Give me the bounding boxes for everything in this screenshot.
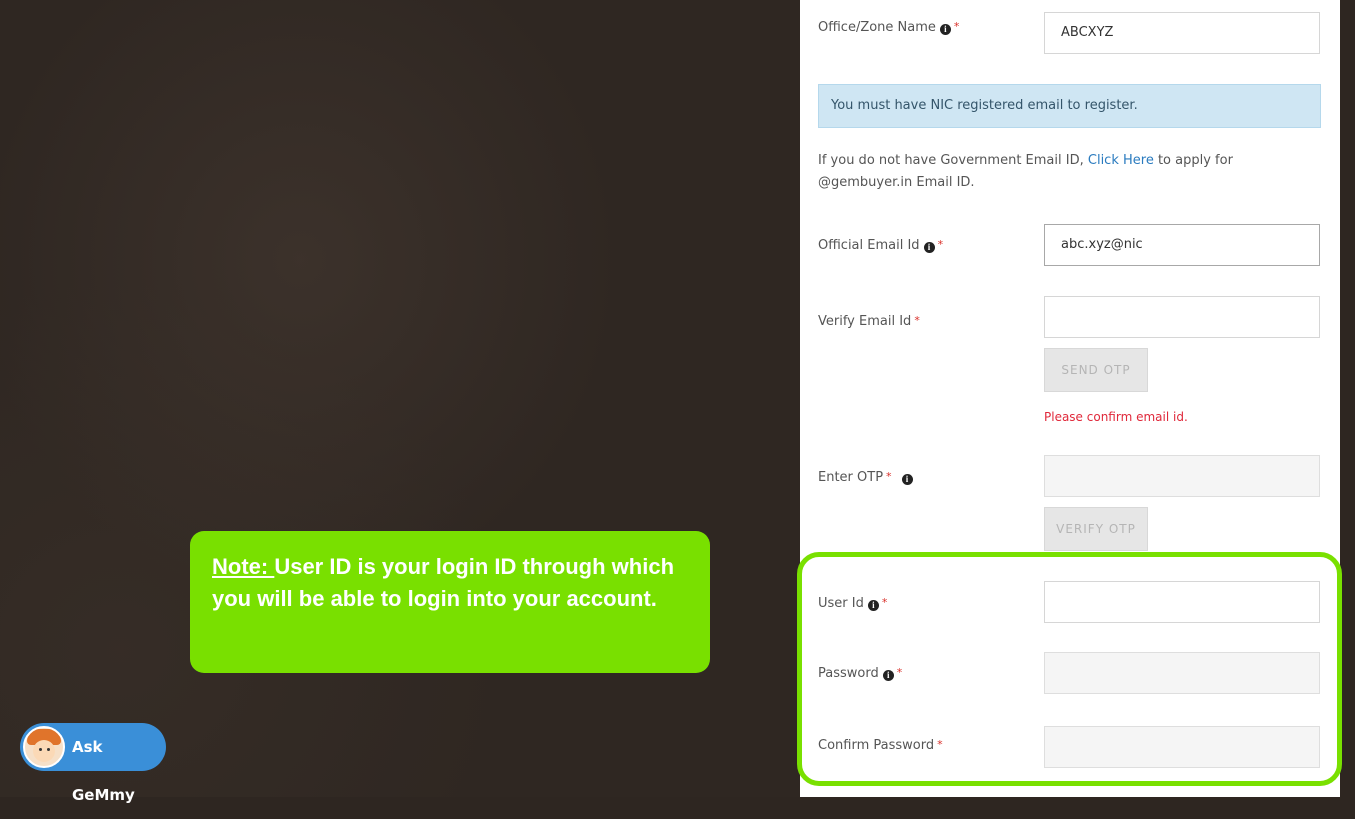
note-text: User ID is your login ID through which y…	[212, 554, 675, 611]
info-icon[interactable]: i	[923, 242, 935, 253]
credentials-highlight-box	[797, 552, 1342, 786]
office-zone-label: Office/Zone Name i *	[818, 20, 959, 35]
gemmy-avatar-icon	[23, 726, 65, 768]
verify-otp-button[interactable]: VERIFY OTP	[1044, 507, 1148, 551]
required-marker: *	[953, 20, 960, 33]
ask-gemmy-label: Ask GeMmy	[72, 738, 135, 804]
note-callout: Note: User ID is your login ID through w…	[190, 531, 710, 673]
required-marker: *	[937, 238, 944, 251]
enter-otp-label-text: Enter OTP	[818, 470, 884, 485]
enter-otp-input[interactable]	[1044, 455, 1320, 497]
page-edge	[1340, 0, 1355, 797]
nic-email-alert: You must have NIC registered email to re…	[818, 84, 1321, 128]
enter-otp-label: Enter OTP * i	[818, 470, 913, 485]
verify-email-label-text: Verify Email Id	[818, 314, 912, 329]
required-marker: *	[886, 470, 892, 483]
official-email-input[interactable]: abc.xyz@nic	[1044, 224, 1320, 266]
gov-email-note: If you do not have Government Email ID, …	[818, 150, 1318, 194]
office-zone-input[interactable]: ABCXYZ	[1044, 12, 1320, 54]
office-zone-label-text: Office/Zone Name	[818, 20, 936, 35]
official-email-label-text: Official Email Id	[818, 238, 920, 253]
info-icon[interactable]: i	[939, 24, 951, 35]
note-prefix: Note:	[212, 554, 275, 579]
gov-email-note-text: If you do not have Government Email ID,	[818, 153, 1088, 168]
background-image	[0, 0, 800, 797]
email-error-message: Please confirm email id.	[1044, 410, 1188, 424]
required-marker: *	[914, 314, 920, 327]
info-icon[interactable]: i	[901, 474, 913, 485]
verify-email-label: Verify Email Id *	[818, 314, 920, 329]
click-here-link[interactable]: Click Here	[1088, 153, 1154, 168]
send-otp-button[interactable]: SEND OTP	[1044, 348, 1148, 392]
official-email-label: Official Email Id i *	[818, 238, 943, 253]
verify-email-input[interactable]	[1044, 296, 1320, 338]
ask-gemmy-button[interactable]: Ask GeMmy	[20, 723, 166, 804]
